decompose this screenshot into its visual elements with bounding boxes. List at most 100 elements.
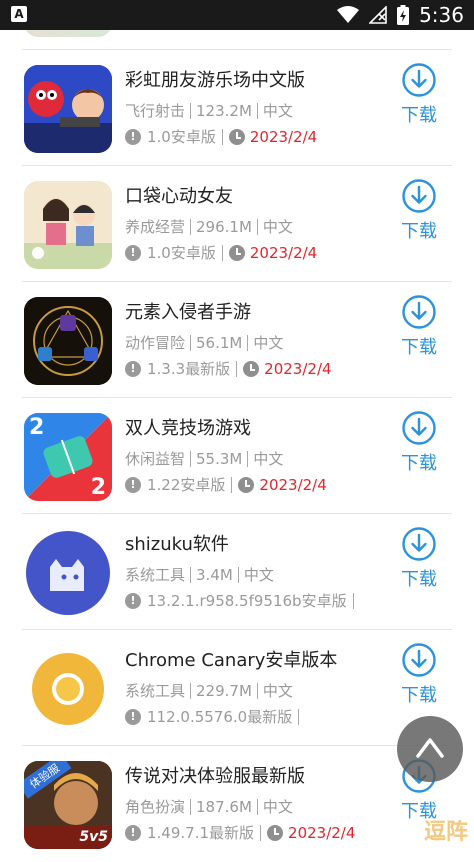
app-meta: 系统工具 3.4M 中文 [125, 564, 274, 585]
status-bar: A 5:36 [0, 0, 474, 30]
download-circle-icon [402, 179, 436, 213]
mode-badge: 5v5 [79, 829, 108, 845]
app-version: 1.0安卓版 [147, 244, 216, 262]
list-item[interactable]: shizuku软件 系统工具 3.4M 中文 ! 13.2.1.r958.5f9… [0, 514, 474, 630]
clock-icon [267, 824, 284, 841]
app-meta: 休闲益智 55.3M 中文 [125, 448, 283, 469]
download-label: 下载 [401, 569, 437, 590]
app-title[interactable]: 彩虹朋友游乐场中文版 [125, 66, 305, 92]
app-meta-version: ! 13.2.1.r958.5f9516b安卓版 [125, 590, 360, 611]
download-button[interactable]: 下载 [396, 62, 442, 127]
version-icon: ! [125, 476, 141, 493]
app-meta-version: ! 1.0安卓版 2023/2/4 [125, 242, 317, 263]
app-language: 中文 [253, 450, 284, 468]
app-size: 123.2M [196, 101, 252, 120]
app-version: 112.0.5576.0最新版 [147, 708, 293, 726]
download-label: 下载 [401, 105, 437, 126]
app-thumbnail[interactable] [24, 65, 112, 153]
app-thumbnail[interactable] [24, 181, 112, 269]
app-meta: 动作冒险 56.1M 中文 [125, 332, 283, 353]
app-thumbnail[interactable]: 体验服 5v5 [24, 761, 112, 849]
app-language: 中文 [262, 218, 293, 236]
list-item[interactable]: 2 2 双人竞技场游戏 休闲益智 55.3M 中文 ! 1.22安卓版 2023… [0, 398, 474, 514]
app-title[interactable]: 口袋心动女友 [125, 182, 233, 208]
app-meta-version: ! 1.22安卓版 2023/2/4 [125, 474, 327, 495]
app-thumbnail[interactable] [24, 645, 112, 733]
player-two-label: 2 [90, 475, 106, 500]
app-category: 系统工具 [125, 682, 186, 700]
app-category: 系统工具 [125, 566, 186, 584]
app-language: 中文 [243, 566, 274, 584]
app-meta: 养成经营 296.1M 中文 [125, 216, 293, 237]
version-icon: ! [125, 244, 141, 261]
status-time: 5:36 [419, 3, 464, 27]
download-circle-icon [402, 411, 436, 445]
app-date: 2023/2/4 [249, 127, 318, 146]
app-date: 2023/2/4 [259, 475, 327, 494]
wifi-icon [337, 6, 360, 23]
app-version: 1.49.7.1最新版 [147, 824, 255, 842]
app-size: 56.1M [196, 333, 243, 352]
chevron-up-icon [416, 738, 444, 758]
clock-icon [228, 128, 245, 145]
app-category: 养成经营 [125, 218, 186, 236]
app-version: 13.2.1.r958.5f9516b安卓版 [147, 592, 347, 610]
battery-charging-icon [397, 5, 410, 25]
download-circle-icon [402, 295, 436, 329]
app-size: 229.7M [196, 681, 252, 700]
list-item[interactable]: 口袋心动女友 养成经营 296.1M 中文 ! 1.0安卓版 2023/2/4 … [0, 166, 474, 282]
app-meta: 系统工具 229.7M 中文 [125, 680, 293, 701]
app-category: 飞行射击 [125, 102, 186, 120]
download-circle-icon [402, 527, 436, 561]
app-meta-version: ! 112.0.5576.0最新版 [125, 706, 305, 727]
app-category: 休闲益智 [125, 450, 186, 468]
version-icon: ! [125, 128, 141, 145]
download-button[interactable]: 下载 [396, 642, 442, 707]
app-version: 1.22安卓版 [147, 476, 226, 494]
download-circle-icon [402, 63, 436, 97]
back-to-top-button[interactable] [397, 716, 463, 782]
download-label: 下载 [401, 453, 437, 474]
app-title[interactable]: shizuku软件 [125, 530, 229, 556]
app-version: 1.0安卓版 [147, 128, 216, 146]
signal-off-icon [369, 6, 387, 24]
app-category: 角色扮演 [125, 798, 186, 816]
app-title[interactable]: 双人竞技场游戏 [125, 414, 251, 440]
app-date: 2023/2/4 [288, 823, 356, 842]
download-label: 下载 [401, 337, 437, 358]
app-language: 中文 [262, 682, 293, 700]
app-thumbnail[interactable]: 2 2 [24, 413, 112, 501]
notification-app-icon: A [11, 6, 27, 22]
list-item[interactable]: 彩虹朋友游乐场中文版 飞行射击 123.2M 中文 ! 1.0安卓版 2023/… [0, 50, 474, 166]
version-icon: ! [125, 708, 141, 725]
download-button[interactable]: 下载 [396, 526, 442, 591]
app-title[interactable]: 传说对决体验服最新版 [125, 762, 305, 788]
app-language: 中文 [262, 102, 293, 120]
app-size: 296.1M [196, 217, 252, 236]
version-icon: ! [125, 824, 141, 841]
download-button[interactable]: 下载 [396, 410, 442, 475]
app-category: 动作冒险 [125, 334, 186, 352]
download-button[interactable]: 下载 [396, 178, 442, 243]
app-size: 187.6M [196, 797, 252, 816]
app-meta-version: ! 1.0安卓版 2023/2/4 [125, 126, 317, 147]
download-button[interactable]: 下载 [396, 294, 442, 359]
version-icon: ! [125, 592, 141, 609]
app-title[interactable]: 元素入侵者手游 [125, 298, 251, 324]
app-thumbnail[interactable] [24, 297, 112, 385]
clock-icon [238, 476, 255, 493]
download-circle-icon [402, 643, 436, 677]
app-meta: 飞行射击 123.2M 中文 [125, 100, 293, 121]
app-meta-version: ! 1.3.3最新版 2023/2/4 [125, 358, 332, 379]
list-item[interactable]: 元素入侵者手游 动作冒险 56.1M 中文 ! 1.3.3最新版 2023/2/… [0, 282, 474, 398]
watermark: 逗阵 [424, 820, 469, 845]
app-title[interactable]: Chrome Canary安卓版本 [125, 646, 337, 672]
download-label: 下载 [401, 221, 437, 242]
app-thumbnail[interactable] [24, 529, 112, 617]
app-meta: 角色扮演 187.6M 中文 [125, 796, 293, 817]
status-icons: 5:36 [337, 3, 464, 27]
player-one-label: 2 [29, 415, 45, 440]
app-size: 3.4M [196, 565, 233, 584]
app-version: 1.3.3最新版 [147, 360, 231, 378]
clock-icon [228, 244, 245, 261]
